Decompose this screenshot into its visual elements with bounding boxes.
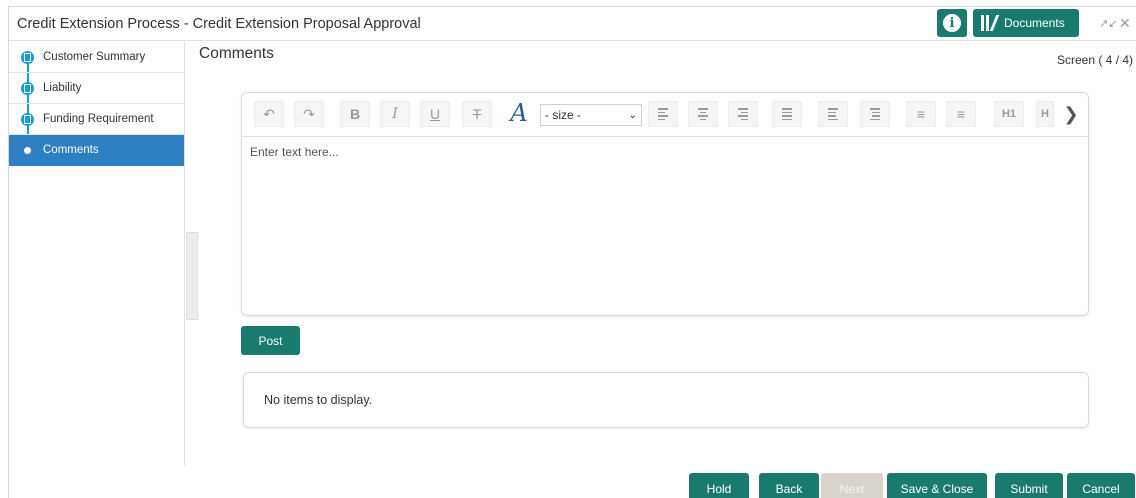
- underline-button[interactable]: U: [420, 101, 450, 127]
- window-title: Credit Extension Process - Credit Extens…: [17, 16, 421, 32]
- next-button[interactable]: Next: [821, 473, 883, 498]
- back-button[interactable]: Back: [759, 473, 819, 498]
- documents-label: Documents: [1004, 16, 1065, 30]
- sidebar-item-label: Liability: [43, 82, 82, 94]
- align-right-icon[interactable]: [728, 101, 758, 127]
- sidebar-item-label: Comments: [43, 144, 99, 156]
- align-justify-icon[interactable]: [772, 101, 802, 127]
- step-current-icon: [24, 147, 31, 154]
- library-icon: [981, 15, 1000, 31]
- expand-icon[interactable]: ↗↙: [1099, 17, 1117, 30]
- font-size-value: - size -: [545, 108, 581, 122]
- step-status-icon: [21, 82, 34, 95]
- numbered-list-icon[interactable]: ≡: [946, 101, 976, 127]
- title-bar: Credit Extension Process - Credit Extens…: [9, 7, 1136, 41]
- screen-counter: Screen ( 4 / 4): [1057, 53, 1134, 67]
- info-icon: i: [943, 14, 961, 32]
- sidebar-item-customer-summary[interactable]: Customer Summary: [9, 42, 184, 73]
- step-status-icon: [21, 51, 34, 64]
- stage-sidebar: Customer Summary Liability Funding Requi…: [9, 42, 185, 466]
- bold-button[interactable]: B: [340, 101, 370, 127]
- font-size-select[interactable]: - size - ⌄: [540, 104, 642, 126]
- editor-toolbar: ↶ ↷ B I U T A - size - ⌄ ≡ ≡ H1 H ❯: [242, 93, 1088, 137]
- indent-icon[interactable]: [860, 101, 890, 127]
- empty-message: No items to display.: [264, 393, 373, 407]
- page-title: Comments: [199, 45, 274, 62]
- sidebar-resize-handle[interactable]: [186, 232, 198, 320]
- font-color-button[interactable]: A: [504, 99, 534, 127]
- align-center-icon[interactable]: [688, 101, 718, 127]
- italic-button[interactable]: I: [380, 101, 410, 127]
- app-window: Credit Extension Process - Credit Extens…: [8, 6, 1136, 498]
- sidebar-item-funding-requirement[interactable]: Funding Requirement: [9, 104, 184, 135]
- comment-text-area[interactable]: Enter text here...: [250, 145, 339, 159]
- align-left-icon[interactable]: [648, 101, 678, 127]
- redo-icon[interactable]: ↷: [294, 101, 324, 127]
- info-button[interactable]: i: [937, 9, 967, 37]
- chevron-down-icon: ⌄: [628, 109, 637, 121]
- post-button[interactable]: Post: [241, 326, 300, 355]
- outdent-icon[interactable]: [818, 101, 848, 127]
- sidebar-item-label: Funding Requirement: [43, 113, 154, 125]
- hold-button[interactable]: Hold: [689, 473, 749, 498]
- save-close-button[interactable]: Save & Close: [887, 473, 987, 498]
- comments-list: No items to display.: [243, 372, 1089, 428]
- heading2-button[interactable]: H: [1036, 101, 1054, 127]
- sidebar-item-comments[interactable]: Comments: [9, 135, 184, 166]
- chevron-right-icon[interactable]: ❯: [1056, 101, 1086, 127]
- undo-icon[interactable]: ↶: [254, 101, 284, 127]
- close-icon[interactable]: ✕: [1119, 15, 1131, 32]
- step-status-icon: [21, 113, 34, 126]
- cancel-button[interactable]: Cancel: [1067, 473, 1135, 498]
- sidebar-item-liability[interactable]: Liability: [9, 73, 184, 104]
- strikethrough-button[interactable]: T: [462, 101, 492, 127]
- documents-button[interactable]: Documents: [973, 9, 1079, 37]
- bulleted-list-icon[interactable]: ≡: [906, 101, 936, 127]
- comment-editor: ↶ ↷ B I U T A - size - ⌄ ≡ ≡ H1 H ❯ Ente…: [241, 92, 1089, 316]
- heading1-button[interactable]: H1: [994, 101, 1024, 127]
- submit-button[interactable]: Submit: [995, 473, 1063, 498]
- sidebar-item-label: Customer Summary: [43, 51, 146, 63]
